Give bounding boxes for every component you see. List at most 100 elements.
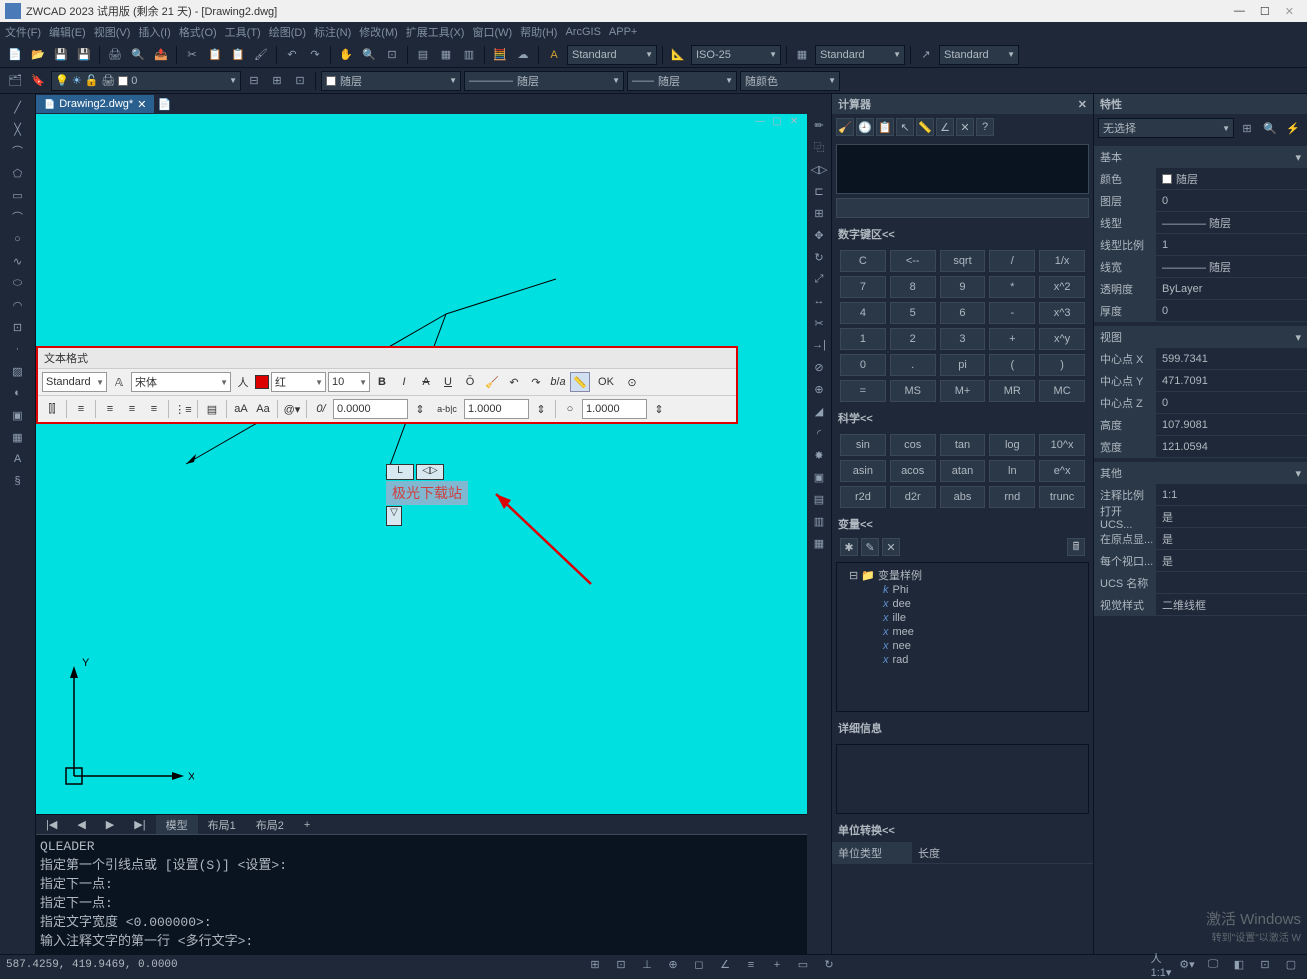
open-icon[interactable]: 📂 (28, 45, 48, 65)
prop-value[interactable]: 0 (1156, 392, 1307, 414)
te-strike-button[interactable]: A (416, 372, 436, 392)
te-align-left-icon[interactable]: ≡ (100, 399, 120, 419)
calc-key[interactable]: ( (989, 354, 1035, 376)
calc-dist-icon[interactable]: 📏 (916, 118, 934, 136)
calc-icon[interactable]: 🧮 (490, 45, 510, 65)
te-columns-icon[interactable]: ⫿⫿ (42, 399, 62, 419)
calc-key[interactable]: * (989, 276, 1035, 298)
leader-text-content[interactable]: 极光下载站 (386, 481, 468, 505)
calc-key[interactable]: MC (1039, 380, 1085, 402)
cycle-toggle[interactable]: ↻ (819, 955, 839, 975)
polygon-icon[interactable]: ⬠ (9, 164, 27, 182)
point-icon[interactable]: · (9, 340, 27, 358)
sci-key[interactable]: 10^x (1039, 434, 1085, 456)
variable-item[interactable]: xnee (845, 639, 1080, 653)
sci-key[interactable]: ln (989, 460, 1035, 482)
array-icon[interactable]: ⊞ (810, 204, 828, 222)
calc-key[interactable]: / (989, 250, 1035, 272)
calc-angle-icon[interactable]: ∠ (936, 118, 954, 136)
toggle-pim-icon[interactable]: ⚡ (1283, 118, 1303, 138)
menu-item[interactable]: 修改(M) (359, 24, 398, 40)
prop-group-header[interactable]: 其他▾ (1094, 462, 1307, 484)
calc-hist-icon[interactable]: 🕘 (856, 118, 874, 136)
te-oblique-icon[interactable]: 0/ (311, 399, 331, 419)
table-icon[interactable]: ▦ (9, 428, 27, 446)
preview-icon[interactable]: 🔍 (128, 45, 148, 65)
var-new-icon[interactable]: ✱ (840, 538, 858, 556)
draworder2-icon[interactable]: ▤ (810, 490, 828, 508)
calc-key[interactable]: <-- (890, 250, 936, 272)
menu-item[interactable]: 绘图(D) (269, 24, 306, 40)
te-lower-icon[interactable]: Aa (253, 399, 273, 419)
sci-key[interactable]: tan (940, 434, 986, 456)
sci-key[interactable]: rnd (989, 486, 1035, 508)
te-bullets-icon[interactable]: ⋮≡ (173, 399, 193, 419)
te-track-input[interactable] (464, 399, 529, 419)
layer-tool-2-icon[interactable]: ⊞ (267, 71, 287, 91)
te-ok-button[interactable]: OK (592, 372, 620, 392)
explode-icon[interactable]: ✸ (810, 446, 828, 464)
leader-text-editor[interactable]: L ◁▷ 极光下载站 ▽ (386, 464, 468, 526)
layer-combo[interactable]: 💡☀🔓🖨 0 ▼ (51, 71, 241, 91)
scale-icon[interactable]: ⤢ (810, 270, 828, 288)
doc-min-icon[interactable]: — (753, 114, 767, 128)
calc-getpt-icon[interactable]: ↖ (896, 118, 914, 136)
keypad-header[interactable]: 数字键区<< (832, 222, 1093, 246)
calc-display[interactable] (836, 144, 1089, 194)
pline-icon[interactable]: ⌒ (9, 142, 27, 160)
calc-key[interactable]: . (890, 354, 936, 376)
var-edit-icon[interactable]: ✎ (861, 538, 879, 556)
arc-icon[interactable]: ⌒ (9, 208, 27, 226)
table-style-select[interactable]: Standard (815, 45, 905, 65)
menu-item[interactable]: 扩展工具(X) (406, 24, 465, 40)
te-annotative-icon[interactable]: 人 (233, 372, 253, 392)
model-toggle[interactable]: ▭ (793, 955, 813, 975)
close-button[interactable]: ✕ (1285, 5, 1294, 18)
te-options-button[interactable]: ⊙ (622, 372, 642, 392)
pick-add-icon[interactable]: ⊞ (1237, 118, 1257, 138)
leader-width-handle[interactable]: ◁▷ (416, 464, 444, 480)
menu-item[interactable]: 插入(I) (138, 24, 170, 40)
new-tab-icon[interactable]: 📄 (154, 94, 174, 114)
draworder3-icon[interactable]: ▥ (810, 512, 828, 530)
calc-key[interactable]: 2 (890, 328, 936, 350)
fillet-icon[interactable]: ◜ (810, 424, 828, 442)
block-icon[interactable]: ⊡ (9, 318, 27, 336)
erase-icon[interactable]: ✏ (810, 116, 828, 134)
calc-key[interactable]: x^2 (1039, 276, 1085, 298)
te-bold-button[interactable]: B (372, 372, 392, 392)
break-icon[interactable]: ⊘ (810, 358, 828, 376)
layer-tool-1-icon[interactable]: ⊟ (244, 71, 264, 91)
te-align-right-icon[interactable]: ≡ (144, 399, 164, 419)
rotate-icon[interactable]: ↻ (810, 248, 828, 266)
props-icon[interactable]: ▤ (413, 45, 433, 65)
te-italic-button[interactable]: I (394, 372, 414, 392)
calc-key[interactable]: 4 (840, 302, 886, 324)
variable-item[interactable]: xrad (845, 653, 1080, 667)
calc-key[interactable]: = (840, 380, 886, 402)
layout1-tab[interactable]: 布局1 (198, 815, 246, 835)
spline-icon[interactable]: ∿ (9, 252, 27, 270)
calc-key[interactable]: x^y (1039, 328, 1085, 350)
color-select[interactable]: 随层 (321, 71, 461, 91)
sci-key[interactable]: r2d (840, 486, 886, 508)
model-tab[interactable]: 模型 (156, 815, 198, 835)
sci-key[interactable]: atan (940, 460, 986, 482)
move-icon[interactable]: ✥ (810, 226, 828, 244)
te-size-select[interactable]: 10 (328, 372, 370, 392)
sci-key[interactable]: log (989, 434, 1035, 456)
lineweight-select[interactable]: ——随层 (627, 71, 737, 91)
calc-key[interactable]: sqrt (940, 250, 986, 272)
te-para-icon[interactable]: ≡ (71, 399, 91, 419)
te-spinner3-icon[interactable]: ⇕ (649, 399, 669, 419)
dyn-toggle[interactable]: + (767, 955, 787, 975)
prop-value[interactable]: 107.9081 (1156, 414, 1307, 436)
linetype-select[interactable]: ————随层 (464, 71, 624, 91)
stretch-icon[interactable]: ↔ (810, 292, 828, 310)
sci-key[interactable]: cos (890, 434, 936, 456)
calc-key[interactable]: MS (890, 380, 936, 402)
layout-nav-prev[interactable]: ◀ (67, 816, 95, 833)
text-style-icon[interactable]: A (544, 45, 564, 65)
join-icon[interactable]: ⊕ (810, 380, 828, 398)
te-symbol-icon[interactable]: @▾ (282, 399, 302, 419)
